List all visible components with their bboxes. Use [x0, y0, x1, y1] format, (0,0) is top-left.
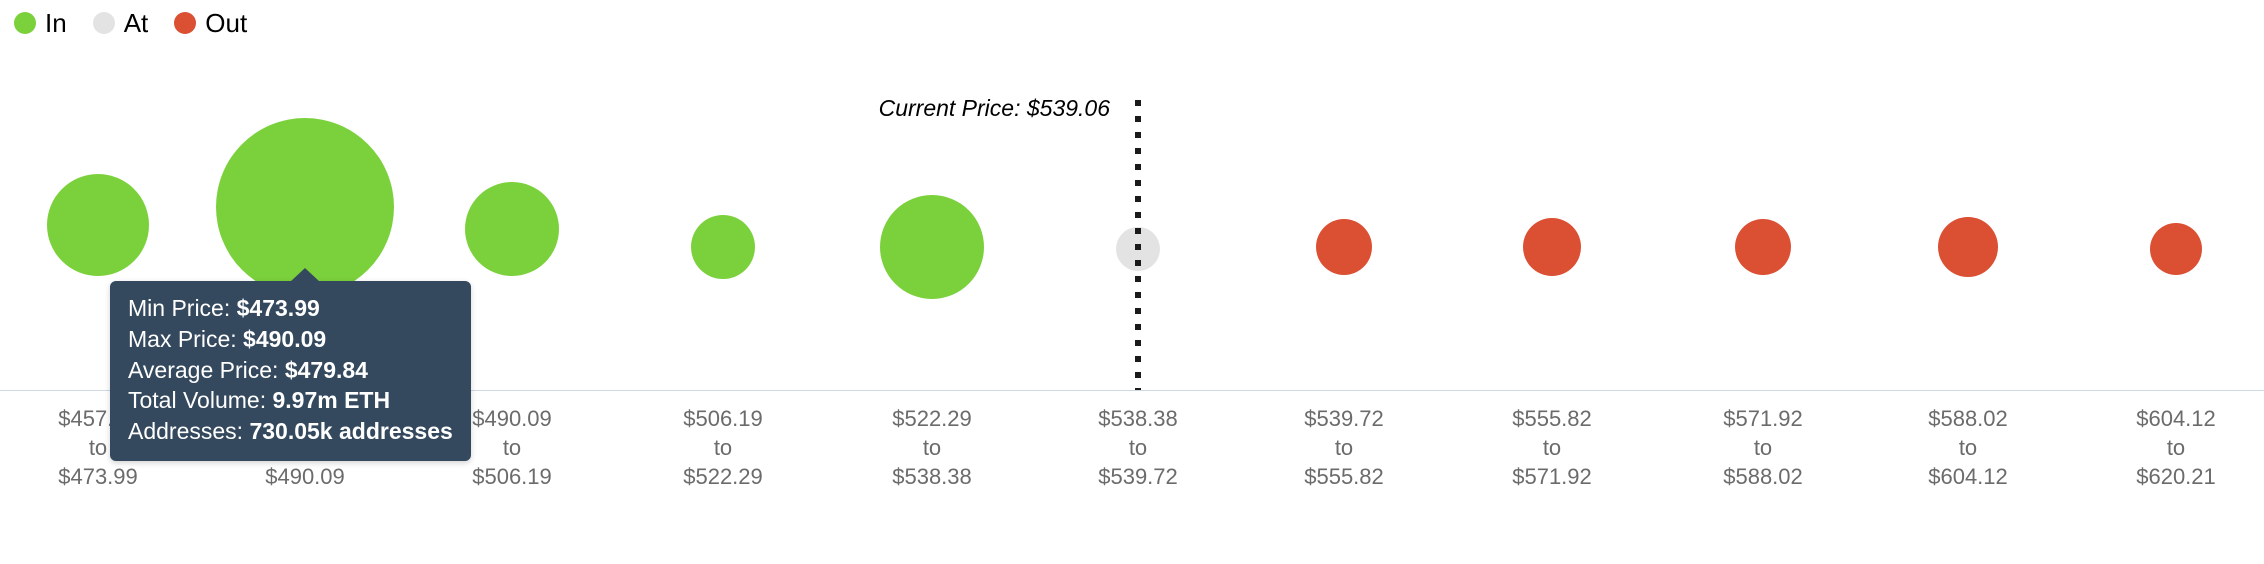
x-axis-tick-to: $604.12 [1928, 464, 2008, 490]
x-axis-tick-to: $506.19 [472, 464, 552, 490]
bubble-out-8[interactable] [1735, 219, 1791, 275]
tooltip-row-value: $479.84 [284, 356, 368, 383]
x-axis-tick-from: $506.19 [683, 406, 763, 431]
x-axis-tick: $539.72 to $555.82 [1304, 404, 1384, 491]
x-axis-tick-to: $555.82 [1304, 464, 1384, 490]
bubble-in-2[interactable] [465, 182, 559, 276]
bubble-out-6[interactable] [1316, 219, 1372, 275]
tooltip-row-value: $490.09 [243, 325, 327, 352]
tooltip-row: Total Volume: 9.97m ETH [128, 385, 453, 416]
x-axis-tick-from: $604.12 [2136, 406, 2216, 431]
x-axis-tick: $506.19 to $522.29 [683, 404, 763, 491]
bubble-out-10[interactable] [2150, 223, 2202, 275]
bubble-in-0[interactable] [47, 174, 149, 276]
x-axis-tick-to: $571.92 [1512, 464, 1592, 490]
bubble-out-9[interactable] [1938, 217, 1998, 277]
tooltip-rows: Min Price: $473.99 Max Price: $490.09 Aver… [128, 293, 453, 447]
x-axis-tick: $604.12 to $620.21 [2136, 404, 2216, 491]
x-axis-tick: $522.29 to $538.38 [892, 404, 972, 491]
x-axis-tick-sep: to [1753, 435, 1773, 461]
x-axis-tick-sep: to [713, 435, 733, 461]
x-axis-tick: $490.09 to $506.19 [472, 404, 552, 491]
x-axis-tick-from: $539.72 [1304, 406, 1384, 431]
x-axis-tick: $571.92 to $588.02 [1723, 404, 1803, 491]
x-axis-tick-sep: to [1128, 435, 1148, 461]
x-axis-tick-from: $490.09 [472, 406, 552, 431]
current-price-label: Current Price: $539.06 [878, 95, 1110, 121]
x-axis-tick-to: $490.09 [265, 464, 345, 490]
x-axis-tick-to: $522.29 [683, 464, 763, 490]
x-axis-tick-sep: to [922, 435, 942, 461]
tooltip-row-label: Total Volume: [128, 387, 273, 414]
tooltip-row: Average Price: $479.84 [128, 355, 453, 386]
x-axis-tick-to: $588.02 [1723, 464, 1803, 490]
x-axis-tick-to: $539.72 [1098, 464, 1178, 490]
x-axis-tick-to: $620.21 [2136, 464, 2216, 490]
bubble-in-3[interactable] [691, 215, 755, 279]
x-axis-tick-sep: to [1958, 435, 1978, 461]
x-axis-tick-from: $555.82 [1512, 406, 1592, 431]
bubble-chart-root: In At Out Current Price: $539.06 $457.89 to… [0, 0, 2264, 564]
bubble-out-7[interactable] [1523, 218, 1581, 276]
x-axis-tick-to: $473.99 [58, 464, 138, 490]
x-axis-tick: $538.38 to $539.72 [1098, 404, 1178, 491]
x-axis-tick-from: $538.38 [1098, 406, 1178, 431]
tooltip-row-value: 9.97m ETH [272, 387, 391, 414]
x-axis-tick-sep: to [1542, 435, 1562, 461]
x-axis-tick-from: $588.02 [1928, 406, 2008, 431]
tooltip-arrow [290, 268, 320, 282]
bubble-in-4[interactable] [880, 195, 984, 299]
x-axis-tick: $588.02 to $604.12 [1928, 404, 2008, 491]
tooltip-row-label: Addresses: [128, 418, 250, 445]
x-axis-tick: $555.82 to $571.92 [1512, 404, 1592, 491]
tooltip-row-value: 730.05k addresses [249, 418, 453, 445]
tooltip-row-label: Min Price: [128, 295, 237, 321]
x-axis-tick-sep: to [1334, 435, 1354, 461]
tooltip-row-value: $473.99 [236, 295, 320, 321]
tooltip-row-label: Average Price: [128, 356, 285, 383]
x-axis-tick-to: $538.38 [892, 464, 972, 490]
x-axis-tick-sep: to [502, 435, 522, 461]
x-axis-tick-sep: to [2166, 435, 2186, 461]
x-axis-tick-from: $571.92 [1723, 406, 1803, 431]
tooltip-row: Addresses: 730.05k addresses [128, 416, 453, 447]
tooltip-row: Min Price: $473.99 [128, 293, 453, 324]
bubble-tooltip: Min Price: $473.99 Max Price: $490.09 Aver… [110, 268, 471, 462]
tooltip-row: Max Price: $490.09 [128, 324, 453, 355]
tooltip-row-label: Max Price: [128, 325, 244, 352]
current-price-line [1135, 100, 1141, 390]
x-axis-tick-from: $522.29 [892, 406, 972, 431]
